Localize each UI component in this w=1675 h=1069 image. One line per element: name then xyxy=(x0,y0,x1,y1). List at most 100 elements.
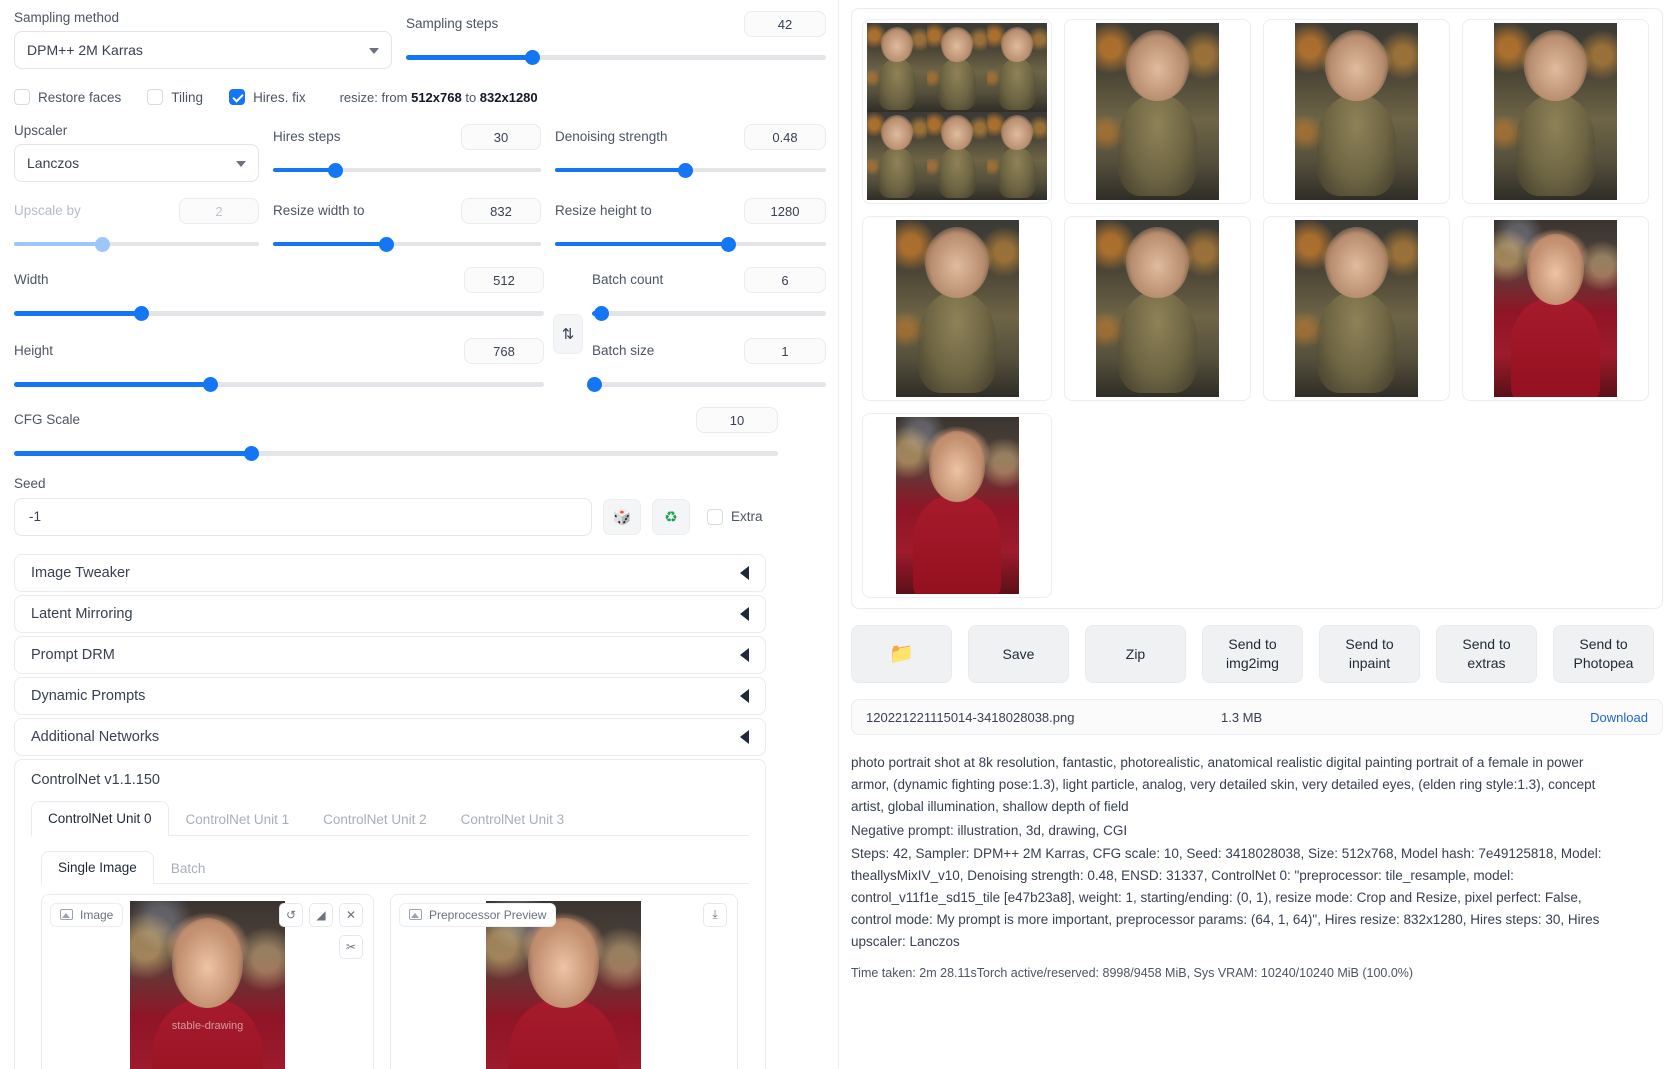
width-value[interactable]: 512 xyxy=(464,267,544,293)
tab-controlnet-unit-2[interactable]: ControlNet Unit 2 xyxy=(306,802,444,836)
slider-thumb[interactable] xyxy=(721,237,736,252)
denoising-slider[interactable] xyxy=(555,163,826,177)
grid-tile xyxy=(867,112,927,201)
tab-controlnet-unit-3[interactable]: ControlNet Unit 3 xyxy=(444,802,582,836)
gallery-item[interactable] xyxy=(862,216,1052,401)
resize-height-label: Resize height to xyxy=(555,203,652,219)
slider-thumb[interactable] xyxy=(525,50,540,65)
gallery-item[interactable] xyxy=(1263,19,1450,204)
controlnet-image-tools: ↺ ◢ ✕ xyxy=(279,903,363,927)
controlnet-images-row: Image stable-drawing ↺ ◢ ✕ ✂ xyxy=(41,894,749,1069)
batch-group: Batch count 6 Batch size 1 xyxy=(592,267,826,391)
upscale-by-slider[interactable] xyxy=(14,237,259,251)
sampling-steps-slider[interactable] xyxy=(406,50,826,64)
hires-steps-value[interactable]: 30 xyxy=(461,124,541,150)
sampling-steps-label: Sampling steps xyxy=(406,16,498,32)
accordion-dynamic-prompts[interactable]: Dynamic Prompts xyxy=(14,677,766,715)
gallery-item[interactable] xyxy=(1462,216,1649,401)
slider-thumb[interactable] xyxy=(678,163,693,178)
open-folder-button[interactable]: 📁 xyxy=(851,625,952,683)
download-icon[interactable]: ⤓ xyxy=(703,903,727,927)
resize-height-value[interactable]: 1280 xyxy=(744,198,826,224)
batch-size-slider[interactable] xyxy=(592,377,826,391)
batch-size-value[interactable]: 1 xyxy=(744,338,826,364)
controlnet-title: ControlNet v1.1.150 xyxy=(31,772,160,788)
resize-width-label: Resize width to xyxy=(273,203,365,219)
resize-width-slider[interactable] xyxy=(273,237,541,251)
upscaler-group: Upscaler Lanczos xyxy=(14,123,259,182)
tiling-checkbox[interactable]: Tiling xyxy=(147,89,203,105)
accordion-prompt-drm[interactable]: Prompt DRM xyxy=(14,636,766,674)
reuse-seed-recycle-icon[interactable]: ♻ xyxy=(652,499,690,535)
subtab-batch[interactable]: Batch xyxy=(154,852,223,884)
send-to-extras-button[interactable]: Send to extras xyxy=(1436,625,1537,683)
download-link[interactable]: Download xyxy=(1590,710,1648,725)
tab-controlnet-unit-0[interactable]: ControlNet Unit 0 xyxy=(31,801,169,836)
save-button[interactable]: Save xyxy=(968,625,1069,683)
slider-thumb[interactable] xyxy=(134,306,149,321)
gallery-item[interactable] xyxy=(1263,216,1450,401)
slider-fill xyxy=(273,242,386,246)
height-value[interactable]: 768 xyxy=(464,338,544,364)
resize-width-value[interactable]: 832 xyxy=(461,198,541,224)
controlnet-input-image[interactable]: Image stable-drawing ↺ ◢ ✕ ✂ xyxy=(41,894,374,1069)
slider-thumb[interactable] xyxy=(203,377,218,392)
send-to-img2img-button[interactable]: Send to img2img xyxy=(1202,625,1303,683)
upscale-by-value[interactable]: 2 xyxy=(179,198,259,224)
gallery-item[interactable] xyxy=(1462,19,1649,204)
checkbox-box[interactable] xyxy=(147,89,163,105)
checkbox-box[interactable] xyxy=(229,89,245,105)
accordion-image-tweaker[interactable]: Image Tweaker xyxy=(14,554,766,592)
slider-track xyxy=(592,311,826,316)
resize-height-slider[interactable] xyxy=(555,237,826,251)
checkbox-box[interactable] xyxy=(14,89,30,105)
gallery-item[interactable] xyxy=(862,19,1052,204)
tab-controlnet-unit-1[interactable]: ControlNet Unit 1 xyxy=(169,802,307,836)
slider-thumb[interactable] xyxy=(328,163,343,178)
slider-thumb[interactable] xyxy=(244,446,259,461)
slider-thumb[interactable] xyxy=(594,306,609,321)
accordion-latent-mirroring[interactable]: Latent Mirroring xyxy=(14,595,766,633)
sampling-steps-value[interactable]: 42 xyxy=(744,11,826,37)
zip-button[interactable]: Zip xyxy=(1085,625,1186,683)
gallery-photo-grid xyxy=(867,23,1047,200)
upscaler-value: Lanczos xyxy=(27,155,79,171)
cfg-scale-slider[interactable] xyxy=(14,446,778,460)
controlnet-preprocessor-preview[interactable]: Preprocessor Preview ⤓ Close xyxy=(390,894,738,1069)
watermark-text: stable-drawing xyxy=(172,1020,244,1032)
batch-count-value[interactable]: 6 xyxy=(744,267,826,293)
gallery-item[interactable] xyxy=(1064,216,1251,401)
denoising-value[interactable]: 0.48 xyxy=(744,124,826,150)
width-slider[interactable] xyxy=(14,306,544,320)
checkbox-box[interactable] xyxy=(707,509,723,525)
hires-fix-checkbox[interactable]: Hires. fix xyxy=(229,89,306,105)
cfg-scale-value[interactable]: 10 xyxy=(696,407,778,433)
height-slider[interactable] xyxy=(14,377,544,391)
seed-input[interactable]: -1 xyxy=(14,498,592,536)
accordion-additional-networks[interactable]: Additional Networks xyxy=(14,718,766,756)
dimensions-group: Width 512 Height 768 xyxy=(14,267,544,391)
gallery-item[interactable] xyxy=(1064,19,1251,204)
send-to-photopea-button[interactable]: Send to Photopea xyxy=(1553,625,1654,683)
slider-fill xyxy=(555,168,685,172)
edit-icon[interactable]: ✂ xyxy=(339,935,363,959)
gallery-item[interactable] xyxy=(862,413,1052,598)
send-to-inpaint-button[interactable]: Send to inpaint xyxy=(1319,625,1420,683)
random-seed-dice-icon[interactable]: 🎲 xyxy=(603,499,641,535)
slider-thumb[interactable] xyxy=(379,237,394,252)
extra-seed-checkbox[interactable]: Extra xyxy=(707,509,763,525)
restore-faces-checkbox[interactable]: Restore faces xyxy=(14,89,121,105)
batch-count-slider[interactable] xyxy=(592,306,826,320)
undo-icon[interactable]: ↺ xyxy=(279,903,303,927)
swap-dimensions-button[interactable]: ⇅ xyxy=(553,314,583,354)
upscaler-select[interactable]: Lanczos xyxy=(14,144,259,182)
slider-thumb[interactable] xyxy=(95,237,110,252)
hires-steps-slider[interactable] xyxy=(273,163,541,177)
image-icon xyxy=(409,909,422,920)
slider-thumb[interactable] xyxy=(587,377,602,392)
subtab-single-image[interactable]: Single Image xyxy=(41,851,154,884)
close-icon[interactable]: ✕ xyxy=(339,903,363,927)
glow-overlay xyxy=(1096,23,1219,200)
erase-icon[interactable]: ◢ xyxy=(309,903,333,927)
sampling-method-select[interactable]: DPM++ 2M Karras xyxy=(14,31,392,69)
